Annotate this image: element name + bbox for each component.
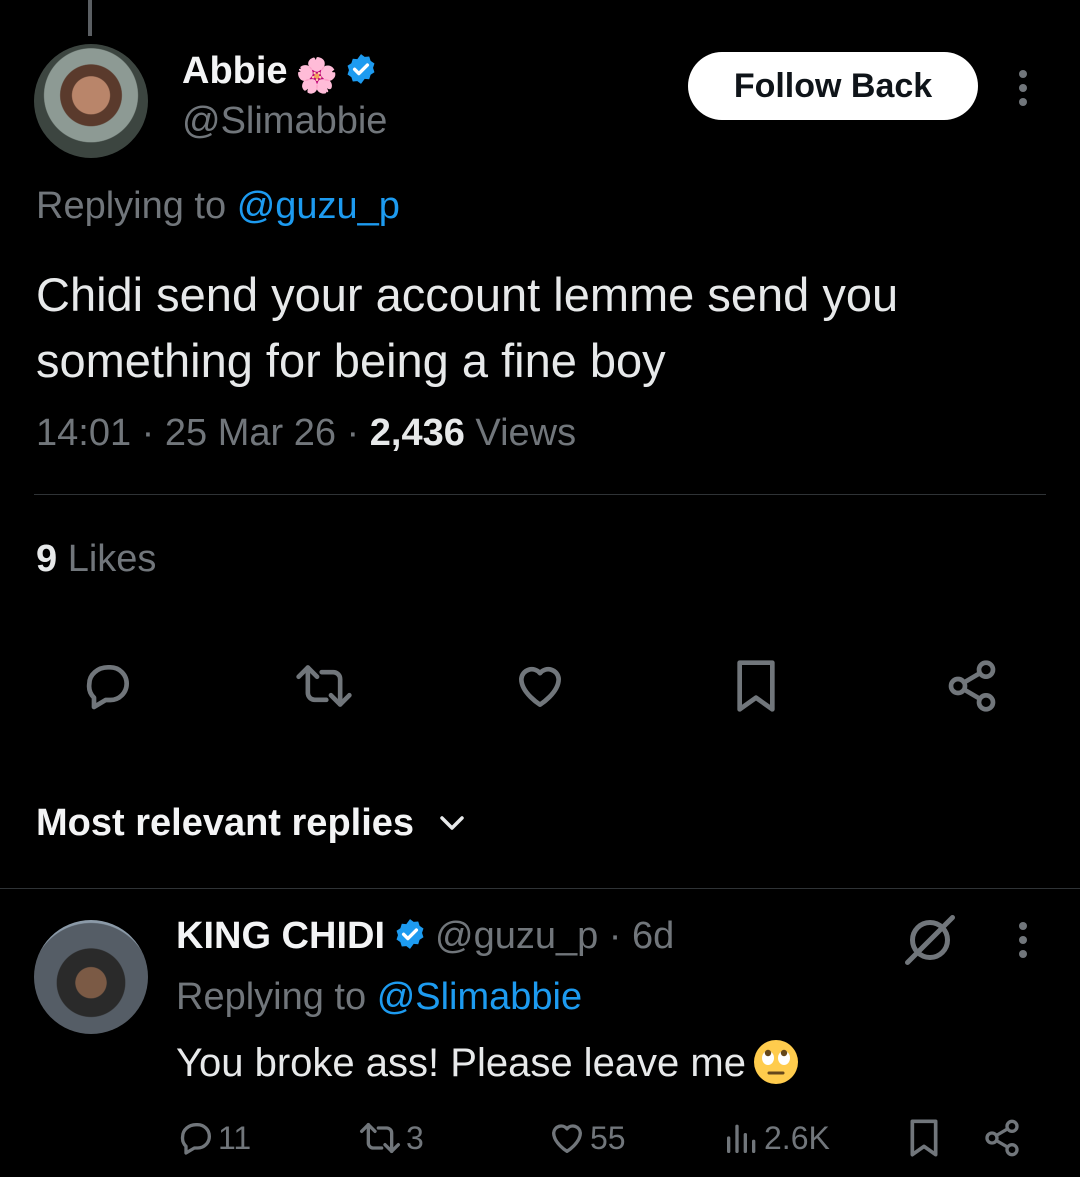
bookmark-icon[interactable] (906, 1114, 944, 1162)
author-handle[interactable]: @Slimabbie (182, 100, 387, 143)
thread-line (88, 0, 92, 36)
verified-badge-icon (393, 917, 427, 961)
bar-chart-icon (727, 1124, 756, 1153)
retweet-icon (359, 1123, 400, 1153)
retweet-icon[interactable] (292, 654, 356, 718)
divider (0, 888, 1080, 889)
reply-replying-prefix: Replying to (176, 976, 367, 1018)
separator-dot: · (598, 915, 633, 957)
reply-replying-to-handle[interactable]: @Slimabbie (377, 976, 582, 1018)
verified-badge-icon (344, 52, 378, 96)
reply-views-action[interactable]: 2.6K (722, 1114, 830, 1162)
reply-author-name[interactable]: KING CHIDI (176, 915, 385, 957)
replies-sort-dropdown[interactable]: Most relevant replies (36, 800, 467, 845)
replying-to-handle[interactable]: @guzu_p (237, 185, 400, 227)
face-with-rolling-eyes-emoji (752, 1038, 800, 1086)
reply-views-count: 2.6K (764, 1119, 830, 1156)
reply-author-row[interactable]: KING CHIDI @guzu_p · 6d (176, 915, 674, 961)
chevron-down-icon (437, 800, 467, 843)
author-name-row[interactable]: Abbie 🌸 (182, 50, 378, 96)
replying-prefix: Replying to (36, 185, 227, 227)
likes-summary[interactable]: 9 Likes (36, 538, 156, 581)
likes-label: Likes (67, 538, 157, 580)
reply-retweets-count: 3 (406, 1119, 424, 1156)
reply-likes-action[interactable]: 55 (546, 1114, 626, 1162)
author-name[interactable]: Abbie (182, 50, 288, 92)
share-icon[interactable] (940, 654, 1004, 718)
author-avatar[interactable] (34, 44, 148, 158)
follow-back-button[interactable]: Follow Back (688, 52, 978, 120)
grok-icon[interactable] (900, 910, 960, 970)
views-count: 2,436 (369, 412, 465, 454)
reply-retweets-action[interactable]: 3 (356, 1114, 424, 1162)
reply-replying-to: Replying to @Slimabbie (176, 976, 582, 1019)
divider (34, 494, 1046, 495)
reply-author-handle[interactable]: @guzu_p (435, 915, 598, 957)
bookmark-icon[interactable] (724, 654, 788, 718)
tweet-date[interactable]: 25 Mar 26 (165, 412, 336, 454)
reply-text-row: You broke ass! Please leave me (176, 1038, 800, 1086)
cherry-blossom-icon: 🌸 (295, 57, 338, 95)
replies-sort-label: Most relevant replies (36, 802, 415, 844)
more-vertical-icon[interactable] (1008, 68, 1038, 108)
reply-replies-action[interactable]: 11 (176, 1114, 251, 1162)
tweet-time[interactable]: 14:01 (36, 412, 131, 454)
replying-to: Replying to @guzu_p (36, 185, 400, 228)
reply-text: You broke ass! Please leave me (176, 1041, 746, 1085)
share-icon[interactable] (982, 1114, 1024, 1162)
heart-icon[interactable] (508, 654, 572, 718)
tweet-meta: 14:01 · 25 Mar 26 · 2,436 Views (36, 412, 577, 454)
reply-age[interactable]: 6d (632, 915, 674, 957)
reply-replies-count: 11 (218, 1119, 252, 1156)
views-label: Views (475, 412, 577, 454)
more-vertical-icon[interactable] (1008, 920, 1038, 960)
heart-icon (552, 1124, 582, 1153)
likes-count: 9 (36, 538, 58, 580)
reply-author-avatar[interactable] (34, 920, 148, 1034)
reply-bubble-icon (180, 1123, 211, 1155)
tweet-text: Chidi send your account lemme send you s… (36, 268, 899, 387)
reply-bubble-icon[interactable] (76, 654, 140, 718)
reply-likes-count: 55 (590, 1119, 626, 1156)
